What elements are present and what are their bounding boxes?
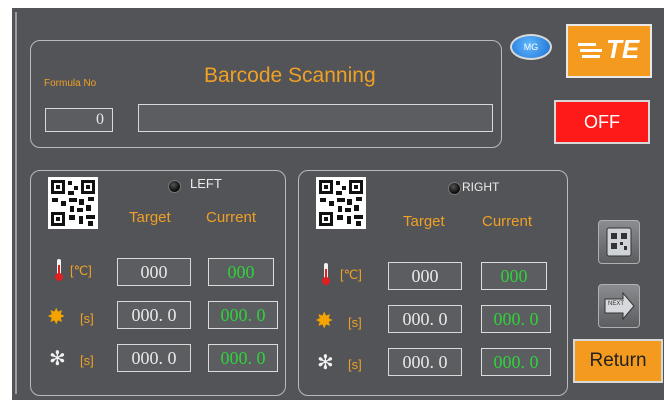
right-qr-code-icon — [316, 177, 366, 229]
right-thermometer-icon — [321, 262, 331, 291]
right-temp-current-value: 000 — [500, 266, 528, 286]
left-qr-code-icon — [48, 177, 98, 229]
mg-badge-label: MG — [523, 42, 539, 52]
left-temp-target-field[interactable]: 000 — [117, 258, 191, 286]
right-cool-unit: [s] — [348, 357, 362, 372]
off-button[interactable]: OFF — [554, 100, 650, 144]
left-border-line — [15, 12, 17, 394]
left-temp-unit: [℃] — [70, 263, 92, 278]
scan-page-icon — [606, 227, 632, 257]
right-cool-target-value: 000. 0 — [402, 352, 448, 372]
left-cool-target-value: 000. 0 — [131, 348, 177, 368]
left-temp-current-field: 000 — [208, 258, 274, 286]
te-logo: TE — [566, 24, 652, 78]
left-snowflake-icon: ✻ — [49, 348, 66, 370]
right-heat-target-value: 000. 0 — [402, 309, 448, 329]
left-cool-current-field: 000. 0 — [208, 344, 278, 372]
left-heat-target-value: 000. 0 — [131, 305, 177, 325]
right-status-led — [448, 182, 461, 195]
left-sun-icon: ✸ — [47, 304, 66, 329]
right-sun-icon: ✸ — [315, 308, 334, 333]
right-temp-unit: [℃] — [340, 267, 362, 282]
left-temp-current-value: 000 — [227, 262, 255, 282]
left-cool-current-value: 000. 0 — [220, 348, 266, 368]
left-heat-current-value: 000. 0 — [220, 305, 266, 325]
next-button[interactable]: NEXT — [598, 284, 640, 328]
left-heat-current-field: 000. 0 — [208, 301, 278, 329]
left-heat-target-field[interactable]: 000. 0 — [117, 301, 191, 329]
right-cool-target-field[interactable]: 000. 0 — [388, 348, 462, 376]
right-heat-target-field[interactable]: 000. 0 — [388, 305, 462, 333]
right-station-label: RIGHT — [462, 180, 500, 194]
page-title: Barcode Scanning — [204, 64, 376, 87]
formula-number-value: 0 — [96, 111, 104, 128]
left-thermometer-icon — [54, 258, 64, 287]
right-cool-current-value: 000. 0 — [493, 352, 539, 372]
left-station-label: LEFT — [190, 176, 222, 191]
right-snowflake-icon: ✻ — [317, 352, 334, 374]
right-target-header: Target — [403, 213, 445, 230]
left-target-header: Target — [129, 209, 171, 226]
right-cool-current-field: 000. 0 — [481, 348, 551, 376]
formula-number-field[interactable]: 0 — [45, 108, 113, 132]
return-button[interactable]: Return — [573, 339, 663, 383]
left-status-led — [168, 180, 181, 193]
next-button-label: NEXT — [608, 301, 625, 307]
right-heat-unit: [s] — [348, 315, 362, 330]
mg-badge[interactable]: MG — [510, 34, 552, 60]
left-current-header: Current — [206, 209, 257, 226]
off-button-label: OFF — [584, 112, 620, 132]
right-heat-current-value: 000. 0 — [493, 309, 539, 329]
right-temp-target-value: 000 — [411, 266, 439, 286]
left-cool-target-field[interactable]: 000. 0 — [117, 344, 191, 372]
return-button-label: Return — [589, 350, 647, 371]
left-cool-unit: [s] — [80, 353, 94, 368]
right-temp-current-field: 000 — [481, 262, 547, 290]
left-temp-target-value: 000 — [140, 262, 168, 282]
scan-page-button[interactable] — [598, 220, 640, 264]
te-logo-text: TE — [606, 34, 640, 64]
left-heat-unit: [s] — [80, 311, 94, 326]
right-heat-current-field: 000. 0 — [481, 305, 551, 333]
barcode-field[interactable] — [138, 104, 493, 132]
right-current-header: Current — [482, 213, 533, 230]
formula-label: Formula No — [44, 78, 97, 89]
right-temp-target-field[interactable]: 000 — [388, 262, 462, 290]
